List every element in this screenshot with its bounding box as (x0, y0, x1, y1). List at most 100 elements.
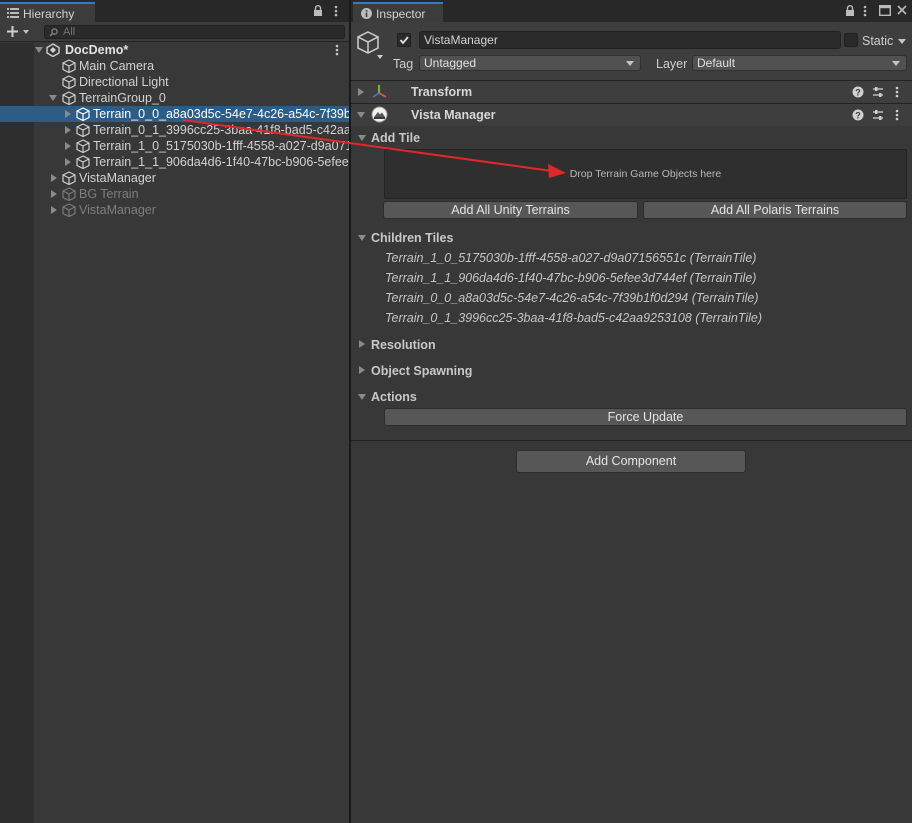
kebab-menu-icon[interactable] (895, 109, 907, 121)
layer-dropdown[interactable]: Default (692, 55, 907, 71)
hierarchy-tab-bar: Hierarchy (0, 0, 349, 22)
gameobject-cube-icon[interactable] (357, 30, 385, 60)
active-checkbox[interactable] (397, 33, 411, 47)
gameobject-cube-icon (62, 203, 76, 217)
tab-hierarchy[interactable]: Hierarchy (0, 2, 95, 22)
maximize-icon[interactable] (879, 5, 891, 16)
scene-name: DocDemo* (65, 43, 129, 57)
add-component-button[interactable]: Add Component (516, 450, 746, 473)
expand-toggle[interactable] (51, 174, 57, 182)
hierarchy-item[interactable]: Terrain_0_0_a8a03d5c-54e7-4c26-a54c-7f39… (0, 106, 349, 122)
children-tiles-foldout[interactable] (358, 235, 366, 241)
gameobject-cube-icon (62, 91, 76, 105)
tab-inspector[interactable]: Inspector (353, 2, 443, 22)
expand-toggle[interactable] (65, 158, 71, 166)
object-header: VistaManager Static Tag Untagged Layer D… (351, 22, 912, 80)
actions-foldout[interactable] (358, 394, 366, 400)
vista-manager-title: Vista Manager (411, 108, 496, 122)
kebab-menu-icon[interactable] (334, 5, 338, 17)
tag-dropdown[interactable]: Untagged (419, 55, 641, 71)
scene-row[interactable]: DocDemo* (0, 42, 349, 58)
search-input[interactable] (63, 25, 333, 39)
child-tile-item: Terrain_1_1_906da4d6-1f40-47bc-b906-5efe… (385, 271, 757, 285)
layer-label: Layer (656, 57, 688, 71)
info-icon (361, 8, 372, 19)
object-name-field[interactable]: VistaManager (419, 31, 841, 49)
chevron-down-icon (892, 61, 900, 66)
hierarchy-item[interactable]: Terrain_1_1_906da4d6-1f40-47bc-b906-5efe… (0, 154, 349, 170)
chevron-down-icon (626, 61, 634, 66)
gameobject-cube-icon (76, 123, 90, 137)
static-checkbox[interactable] (844, 33, 858, 47)
lock-icon[interactable] (845, 5, 855, 17)
hierarchy-item[interactable]: VistaManager (0, 202, 349, 218)
hierarchy-item-label: Terrain_1_0_5175030b-1fff-4558-a027-d9a0… (93, 139, 349, 153)
expand-toggle[interactable] (35, 47, 43, 53)
hierarchy-item-label: Directional Light (79, 75, 169, 89)
expand-toggle[interactable] (49, 95, 57, 101)
inspector-tab-bar: Inspector (351, 0, 912, 22)
hierarchy-item-label: BG Terrain (79, 187, 139, 201)
add-tile-title: Add Tile (371, 131, 421, 145)
expand-toggle[interactable] (357, 112, 365, 118)
hierarchy-item[interactable]: Directional Light (0, 74, 349, 90)
lock-icon[interactable] (313, 5, 323, 17)
gameobject-cube-icon (62, 59, 76, 73)
unity-scene-icon (46, 43, 60, 57)
check-icon (399, 36, 409, 45)
hierarchy-item[interactable]: VistaManager (0, 170, 349, 186)
hierarchy-item[interactable]: Terrain_1_0_5175030b-1fff-4558-a027-d9a0… (0, 138, 349, 154)
force-update-button[interactable]: Force Update (384, 408, 907, 426)
gameobject-cube-icon (76, 155, 90, 169)
kebab-menu-icon[interactable] (335, 44, 339, 56)
object-spawning-title[interactable]: Object Spawning (371, 364, 472, 378)
create-dropdown-button[interactable] (4, 23, 34, 40)
expand-toggle[interactable] (51, 206, 57, 214)
add-unity-terrains-button[interactable]: Add All Unity Terrains (383, 201, 638, 219)
hierarchy-item-label: Terrain_1_1_906da4d6-1f40-47bc-b906-5efe… (93, 155, 349, 169)
help-icon[interactable]: ? (852, 86, 864, 98)
chevron-down-icon (23, 30, 29, 34)
add-polaris-terrains-button[interactable]: Add All Polaris Terrains (643, 201, 907, 219)
tab-hierarchy-label: Hierarchy (23, 7, 75, 21)
actions-title: Actions (371, 390, 417, 404)
hierarchy-item[interactable]: Main Camera (0, 58, 349, 74)
svg-text:?: ? (855, 88, 861, 98)
svg-text:?: ? (855, 111, 861, 121)
static-dropdown-arrow[interactable] (898, 39, 906, 44)
hierarchy-search-field[interactable] (44, 25, 345, 39)
add-tile-foldout[interactable] (358, 135, 366, 141)
tag-value: Untagged (424, 56, 477, 70)
expand-toggle[interactable] (358, 88, 364, 96)
transform-title: Transform (411, 85, 473, 99)
hamburger-list-icon (7, 8, 19, 18)
transform-component-header[interactable]: Transform ? (351, 81, 912, 103)
expand-toggle[interactable] (65, 142, 71, 150)
search-icon (49, 28, 58, 37)
hierarchy-panel: Hierarchy DocDemo* (0, 0, 349, 823)
tag-label: Tag (393, 57, 414, 71)
object-spawning-foldout[interactable] (359, 366, 365, 374)
object-name-text: VistaManager (424, 33, 498, 47)
expand-toggle[interactable] (65, 126, 71, 134)
child-tile-item: Terrain_0_0_a8a03d5c-54e7-4c26-a54c-7f39… (385, 291, 759, 305)
tab-inspector-label: Inspector (376, 7, 426, 21)
gameobject-cube-icon (62, 171, 76, 185)
presets-icon[interactable] (872, 86, 884, 98)
presets-icon[interactable] (872, 109, 884, 121)
resolution-title[interactable]: Resolution (371, 338, 436, 352)
vista-manager-component-header[interactable]: Vista Manager ? (351, 104, 912, 126)
kebab-menu-icon[interactable] (863, 5, 867, 17)
kebab-menu-icon[interactable] (895, 86, 907, 98)
terrain-drop-zone[interactable]: Drop Terrain Game Objects here (384, 149, 907, 199)
hierarchy-item[interactable]: Terrain_0_1_3996cc25-3baa-41f8-bad5-c42a… (0, 122, 349, 138)
transform-gizmo-icon (372, 85, 387, 98)
expand-toggle[interactable] (51, 190, 57, 198)
resolution-foldout[interactable] (359, 340, 365, 348)
hierarchy-item[interactable]: TerrainGroup_0 (0, 90, 349, 106)
gameobject-cube-icon (76, 139, 90, 153)
help-icon[interactable]: ? (852, 109, 864, 121)
close-icon[interactable] (897, 5, 907, 15)
expand-toggle[interactable] (65, 110, 71, 118)
hierarchy-item[interactable]: BG Terrain (0, 186, 349, 202)
